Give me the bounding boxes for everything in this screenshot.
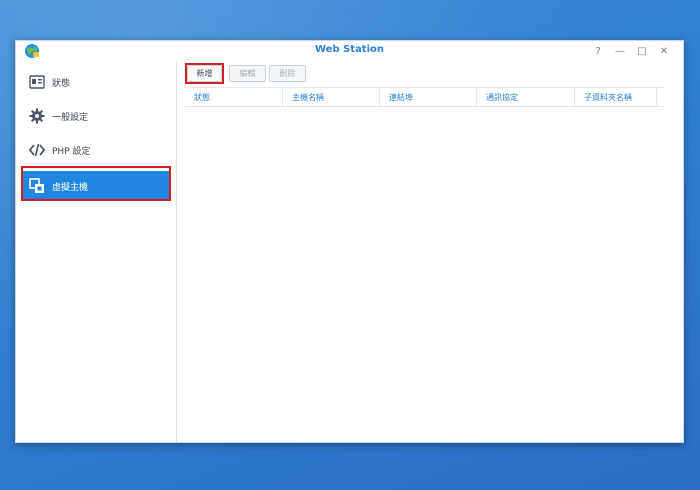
sidebar-item-php-settings[interactable]: PHP 設定	[22, 135, 170, 165]
close-icon: ✕	[659, 45, 669, 57]
help-icon: ?	[595, 45, 601, 57]
window-title: Web Station	[314, 44, 385, 55]
minimize-button[interactable]: —	[609, 44, 631, 58]
column-header-protocol[interactable]: 通訊協定	[477, 88, 575, 106]
column-header-subfolder[interactable]: 子資料夾名稱	[575, 88, 657, 106]
sidebar-item-label: PHP 設定	[52, 146, 91, 157]
id-card-icon	[29, 74, 45, 90]
main-panel: 新增 編輯 刪除 狀態 主機名稱 連結埠 通訊協定 子資料夾名稱	[177, 61, 683, 442]
create-button[interactable]: 新增	[187, 65, 222, 82]
code-icon	[29, 142, 45, 158]
column-header-status[interactable]: 狀態	[185, 88, 283, 106]
close-button[interactable]: ✕	[653, 44, 675, 58]
web-station-window: Web Station ? — □ ✕ 狀態 一般設定 PHP 設定 虛擬主機 …	[15, 40, 684, 443]
column-header-label: 連結埠	[389, 92, 413, 102]
sidebar-item-virtual-host[interactable]: 虛擬主機	[22, 171, 170, 201]
sidebar-item-label: 狀態	[52, 78, 71, 89]
sidebar-item-general-settings[interactable]: 一般設定	[22, 101, 170, 131]
virtual-host-icon	[29, 178, 45, 194]
maximize-icon: □	[637, 45, 647, 57]
column-header-hostname[interactable]: 主機名稱	[283, 88, 380, 106]
sidebar-item-status[interactable]: 狀態	[22, 67, 170, 97]
delete-button-label: 刪除	[279, 69, 296, 78]
create-button-label: 新增	[196, 69, 213, 78]
edit-button-label: 編輯	[239, 69, 256, 78]
column-header-label: 通訊協定	[486, 92, 518, 102]
table-body	[185, 106, 665, 438]
column-header-label: 子資料夾名稱	[584, 92, 632, 102]
maximize-button[interactable]: □	[631, 44, 653, 58]
delete-button[interactable]: 刪除	[269, 65, 306, 82]
sidebar-item-label: 虛擬主機	[52, 182, 89, 193]
help-button[interactable]: ?	[587, 44, 609, 58]
title-bar[interactable]: Web Station ? — □ ✕	[16, 41, 683, 62]
minimize-icon: —	[615, 45, 625, 57]
edit-button[interactable]: 編輯	[229, 65, 266, 82]
column-header-label: 狀態	[194, 92, 210, 102]
column-header-label: 主機名稱	[292, 92, 324, 102]
table-header: 狀態 主機名稱 連結埠 通訊協定 子資料夾名稱	[185, 87, 665, 107]
gear-icon	[29, 108, 45, 124]
column-header-port[interactable]: 連結埠	[380, 88, 477, 106]
sidebar-item-label: 一般設定	[52, 112, 89, 123]
sidebar: 狀態 一般設定 PHP 設定 虛擬主機	[16, 61, 177, 442]
